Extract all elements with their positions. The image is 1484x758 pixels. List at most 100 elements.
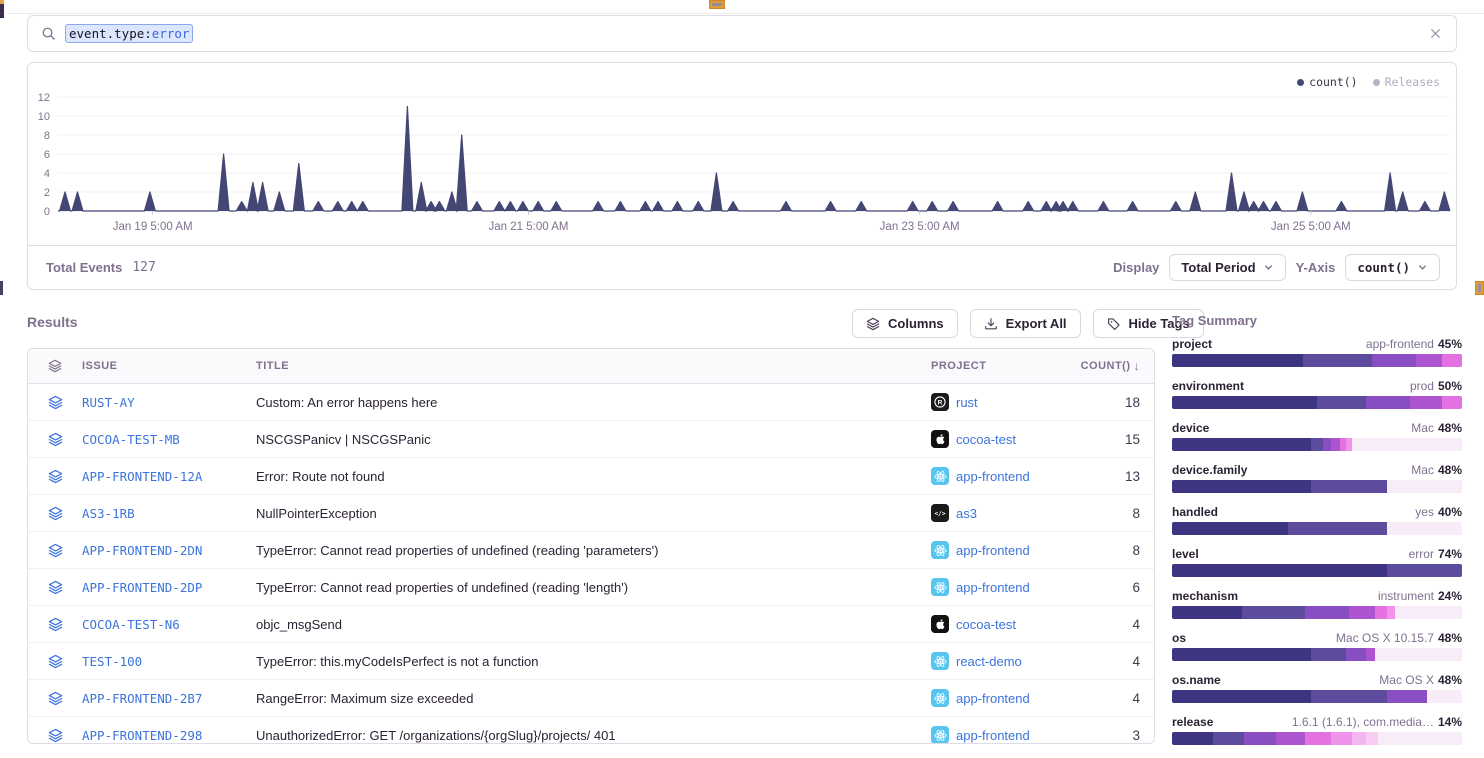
svg-text:</>: </> <box>934 510 945 517</box>
project-cell: react-demo <box>931 652 1058 670</box>
project-cell: cocoa-test <box>931 615 1058 633</box>
project-link[interactable]: app-frontend <box>956 580 1030 595</box>
layers-icon <box>28 691 82 706</box>
display-select[interactable]: Total Period <box>1169 254 1285 281</box>
react-project-icon <box>931 467 949 485</box>
search-bar[interactable]: event.type:error <box>27 15 1457 52</box>
tag-top-value: yes40% <box>1415 505 1462 519</box>
column-header-project[interactable]: PROJECT <box>931 360 1058 372</box>
react-project-icon <box>931 541 949 559</box>
clear-search-icon[interactable] <box>1429 27 1443 41</box>
tag-name: device.family <box>1172 463 1247 477</box>
sidebar-edge-tip <box>0 0 4 4</box>
project-link[interactable]: app-frontend <box>956 469 1030 484</box>
project-link[interactable]: app-frontend <box>956 543 1030 558</box>
yaxis-select[interactable]: count() <box>1345 254 1440 281</box>
issue-link[interactable]: COCOA-TEST-N6 <box>82 617 256 632</box>
legend-item-Releases[interactable]: Releases <box>1373 75 1440 89</box>
tag-name: level <box>1172 547 1199 561</box>
tag-distribution-bar[interactable] <box>1172 606 1462 619</box>
resize-handle-top[interactable] <box>709 0 725 9</box>
project-link[interactable]: react-demo <box>956 654 1022 669</box>
tag-top-value: Mac OS X 10.15.748% <box>1336 631 1462 645</box>
table-header-row: ISSUE TITLE PROJECT COUNT()↓ <box>28 349 1154 384</box>
layers-icon <box>28 543 82 558</box>
tag-segment <box>1172 564 1387 577</box>
tag-segment <box>1346 438 1352 451</box>
resize-handle-right[interactable] <box>1475 281 1484 295</box>
tag-segment <box>1311 438 1323 451</box>
column-header-issue[interactable]: ISSUE <box>82 360 256 372</box>
tag-distribution-bar[interactable] <box>1172 354 1462 367</box>
layers-icon <box>28 580 82 595</box>
left-edge-strip <box>0 281 3 295</box>
export-all-button[interactable]: Export All <box>970 309 1081 338</box>
project-link[interactable]: rust <box>956 395 978 410</box>
project-link[interactable]: app-frontend <box>956 728 1030 743</box>
issue-link[interactable]: APP-FRONTEND-298 <box>82 728 256 743</box>
tag-block-mechanism: mechanisminstrument24% <box>1172 589 1462 619</box>
tag-block-os: osMac OS X 10.15.748% <box>1172 631 1462 661</box>
tag-distribution-bar[interactable] <box>1172 690 1462 703</box>
tag-name: os.name <box>1172 673 1221 687</box>
chart-legend: count() Releases <box>1297 75 1440 89</box>
issue-title: UnauthorizedError: GET /organizations/{o… <box>256 728 931 743</box>
legend-item-count[interactable]: count() <box>1297 75 1357 89</box>
table-row: APP-FRONTEND-12AError: Route not found ap… <box>28 458 1154 495</box>
chevron-down-icon <box>1263 262 1274 273</box>
tag-segment <box>1317 396 1366 409</box>
issue-link[interactable]: APP-FRONTEND-12A <box>82 469 256 484</box>
issue-link[interactable]: COCOA-TEST-MB <box>82 432 256 447</box>
issue-title: TypeError: Cannot read properties of und… <box>256 580 931 595</box>
project-link[interactable]: as3 <box>956 506 977 521</box>
tag-block-project: projectapp-frontend45% <box>1172 337 1462 367</box>
layers-icon <box>28 617 82 632</box>
rust-project-icon: R <box>931 393 949 411</box>
tag-icon <box>1107 317 1121 331</box>
issue-title: Error: Route not found <box>256 469 931 484</box>
issue-link[interactable]: RUST-AY <box>82 395 256 410</box>
tag-distribution-bar[interactable] <box>1172 522 1462 535</box>
count-value: 6 <box>1058 580 1140 595</box>
svg-text:12: 12 <box>38 92 50 104</box>
issue-link[interactable]: APP-FRONTEND-2B7 <box>82 691 256 706</box>
issue-title: NullPointerException <box>256 506 931 521</box>
legend-dot-icon <box>1373 79 1380 86</box>
layers-icon <box>866 317 880 331</box>
project-link[interactable]: cocoa-test <box>956 617 1016 632</box>
events-area-chart[interactable]: 024681012Jan 19 5:00 AMJan 21 5:00 AMJan… <box>28 63 1456 247</box>
table-row: TEST-100TypeError: this.myCodeIsPerfect … <box>28 643 1154 680</box>
tag-distribution-bar[interactable] <box>1172 438 1462 451</box>
count-value: 3 <box>1058 728 1140 743</box>
tag-top-value: app-frontend45% <box>1366 337 1462 351</box>
issue-link[interactable]: AS3-1RB <box>82 506 256 521</box>
project-cell: Rrust <box>931 393 1058 411</box>
tag-name: environment <box>1172 379 1244 393</box>
project-link[interactable]: app-frontend <box>956 691 1030 706</box>
search-icon <box>41 26 56 41</box>
react-project-icon <box>931 578 949 596</box>
issue-link[interactable]: TEST-100 <box>82 654 256 669</box>
events-chart-card: 024681012Jan 19 5:00 AMJan 21 5:00 AMJan… <box>27 62 1457 290</box>
project-link[interactable]: cocoa-test <box>956 432 1016 447</box>
tag-distribution-bar[interactable] <box>1172 564 1462 577</box>
issue-link[interactable]: APP-FRONTEND-2DN <box>82 543 256 558</box>
apple-project-icon <box>931 430 949 448</box>
apple-project-icon <box>931 615 949 633</box>
tag-segment <box>1311 648 1346 661</box>
tag-block-device.family: device.familyMac48% <box>1172 463 1462 493</box>
tag-distribution-bar[interactable] <box>1172 648 1462 661</box>
column-header-count[interactable]: COUNT()↓ <box>1058 359 1140 373</box>
tag-segment <box>1346 648 1366 661</box>
search-token[interactable]: event.type:error <box>65 24 193 44</box>
columns-button[interactable]: Columns <box>852 309 958 338</box>
column-header-title[interactable]: TITLE <box>256 360 931 372</box>
results-heading: Results <box>27 314 78 330</box>
tag-segment <box>1410 396 1442 409</box>
tag-distribution-bar[interactable] <box>1172 480 1462 493</box>
issue-link[interactable]: APP-FRONTEND-2DP <box>82 580 256 595</box>
tag-distribution-bar[interactable] <box>1172 732 1462 745</box>
tag-segment <box>1442 396 1462 409</box>
tag-distribution-bar[interactable] <box>1172 396 1462 409</box>
search-query-input[interactable]: event.type:error <box>65 24 193 44</box>
